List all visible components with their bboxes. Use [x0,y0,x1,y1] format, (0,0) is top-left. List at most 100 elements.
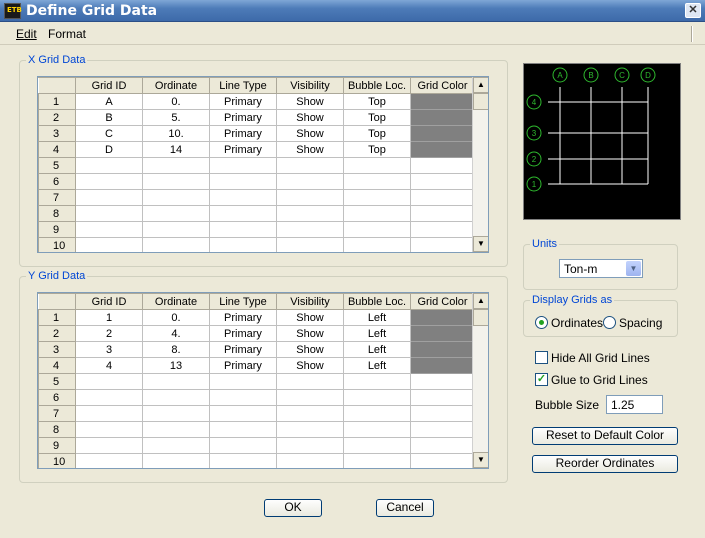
row-number[interactable]: 1 [38,93,76,110]
table-cell[interactable]: C [75,125,143,142]
table-cell[interactable] [276,157,344,174]
table-cell[interactable]: Left [343,325,411,342]
table-cell[interactable] [75,173,143,190]
table-cell[interactable] [75,453,143,468]
grid-color-cell[interactable] [410,421,475,438]
grid-color-cell[interactable] [410,141,475,158]
table-row[interactable]: 5 [38,157,475,174]
grid-color-cell[interactable] [410,205,475,222]
grid-color-cell[interactable] [410,93,475,110]
table-cell[interactable] [75,421,143,438]
table-cell[interactable]: 2 [75,325,143,342]
table-cell[interactable]: Top [343,125,411,142]
row-number[interactable]: 8 [38,421,76,438]
scroll-thumb[interactable] [473,93,488,110]
table-cell[interactable]: Primary [209,109,277,126]
table-cell[interactable] [276,173,344,190]
table-row[interactable]: 7 [38,405,475,422]
y-grid-column-header[interactable]: Ordinate [142,293,210,310]
grid-color-cell[interactable] [410,373,475,390]
reset-default-color-button[interactable]: Reset to Default Color [532,427,678,445]
y-grid-corner-header[interactable] [38,293,76,310]
table-cell[interactable] [75,405,143,422]
table-cell[interactable] [343,173,411,190]
table-cell[interactable]: 4. [142,325,210,342]
table-cell[interactable] [75,437,143,454]
table-row[interactable]: 4 D 14 Primary Show Top [38,141,475,158]
table-cell[interactable] [343,221,411,238]
table-cell[interactable]: Left [343,309,411,326]
glue-to-grid-lines-checkbox[interactable]: ✓ [535,373,548,386]
y-grid-column-header[interactable]: Visibility [276,293,344,310]
table-cell[interactable] [276,437,344,454]
row-number[interactable]: 7 [38,405,76,422]
table-cell[interactable] [142,157,210,174]
table-row[interactable]: 7 [38,189,475,206]
row-number[interactable]: 5 [38,157,76,174]
y-grid-column-header[interactable]: Grid Color [410,293,475,310]
y-grid-table[interactable]: Grid ID Ordinate Line Type Visibility Bubble… [37,292,489,469]
table-cell[interactable] [142,237,210,252]
grid-color-cell[interactable] [410,309,475,326]
table-cell[interactable]: Left [343,341,411,358]
y-grid-column-header[interactable]: Grid ID [75,293,143,310]
cancel-button[interactable]: Cancel [376,499,434,517]
table-cell[interactable]: Show [276,109,344,126]
title-bar[interactable]: ETB Define Grid Data ✕ [0,0,705,22]
table-cell[interactable] [276,189,344,206]
table-cell[interactable]: Primary [209,325,277,342]
row-number[interactable]: 7 [38,189,76,206]
x-grid-scrollbar[interactable]: ▲ ▼ [472,77,488,252]
grid-color-cell[interactable] [410,437,475,454]
scroll-down-button[interactable]: ▼ [473,452,488,468]
table-row[interactable]: 8 [38,205,475,222]
table-cell[interactable]: Primary [209,125,277,142]
table-cell[interactable]: 8. [142,341,210,358]
grid-color-cell[interactable] [410,453,475,468]
table-cell[interactable]: 0. [142,93,210,110]
table-cell[interactable] [75,157,143,174]
row-number[interactable]: 3 [38,125,76,142]
row-number[interactable]: 1 [38,309,76,326]
grid-color-cell[interactable] [410,125,475,142]
row-number[interactable]: 9 [38,221,76,238]
table-cell[interactable]: Left [343,357,411,374]
grid-color-cell[interactable] [410,357,475,374]
table-cell[interactable] [209,221,277,238]
table-cell[interactable] [209,189,277,206]
table-row[interactable]: 3 3 8. Primary Show Left [38,341,475,358]
table-row[interactable]: 10 [38,237,475,252]
table-cell[interactable]: 4 [75,357,143,374]
table-cell[interactable] [276,221,344,238]
table-cell[interactable] [75,389,143,406]
spacing-radio[interactable] [603,316,616,329]
table-cell[interactable] [276,205,344,222]
table-cell[interactable] [343,421,411,438]
scroll-up-button[interactable]: ▲ [473,77,488,93]
table-row[interactable]: 8 [38,421,475,438]
table-cell[interactable] [343,205,411,222]
row-number[interactable]: 3 [38,341,76,358]
table-cell[interactable] [343,157,411,174]
table-row[interactable]: 1 A 0. Primary Show Top [38,93,475,110]
bubble-size-input[interactable]: 1.25 [606,395,663,414]
table-cell[interactable] [209,389,277,406]
table-cell[interactable] [209,453,277,468]
table-cell[interactable] [75,221,143,238]
table-cell[interactable]: Show [276,325,344,342]
table-cell[interactable] [343,405,411,422]
table-cell[interactable] [142,389,210,406]
table-cell[interactable] [142,189,210,206]
grid-color-cell[interactable] [410,405,475,422]
hide-all-grid-lines-checkbox[interactable] [535,351,548,364]
table-cell[interactable]: Show [276,309,344,326]
y-grid-scrollbar[interactable]: ▲ ▼ [472,293,488,468]
row-number[interactable]: 4 [38,357,76,374]
table-cell[interactable] [142,437,210,454]
grid-color-cell[interactable] [410,325,475,342]
table-cell[interactable]: Primary [209,93,277,110]
y-grid-column-header[interactable]: Bubble Loc. [343,293,411,310]
table-cell[interactable] [209,157,277,174]
table-cell[interactable] [343,389,411,406]
table-cell[interactable]: Primary [209,357,277,374]
